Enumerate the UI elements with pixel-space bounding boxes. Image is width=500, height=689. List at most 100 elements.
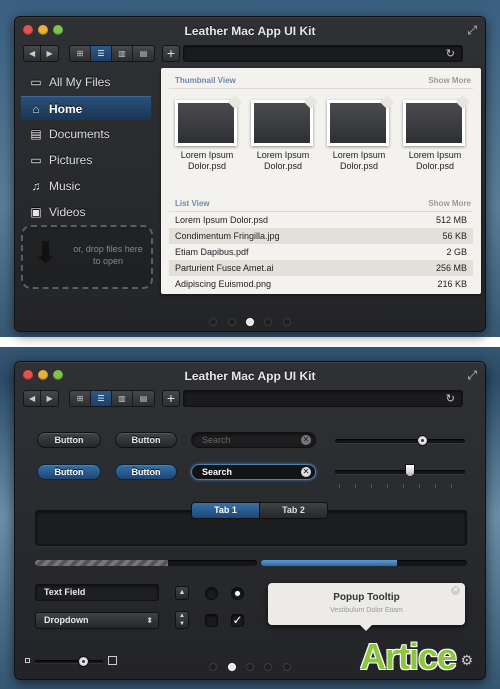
button-blue[interactable]: Button: [37, 464, 101, 480]
page-dot[interactable]: [264, 663, 273, 671]
page-dot-active[interactable]: [227, 663, 236, 671]
striped-progress-bar: [35, 560, 257, 566]
artice-watermark-logo: Artice: [356, 636, 496, 682]
page-dot[interactable]: [209, 318, 218, 326]
clear-search-icon[interactable]: ✕: [301, 467, 311, 477]
list-row[interactable]: Etiam Dapibus.pdf 2 GB: [169, 244, 473, 260]
sidebar-item-documents[interactable]: ▤ Documents: [21, 122, 151, 146]
fullscreen-icon[interactable]: ⤢: [467, 23, 477, 38]
page-dot[interactable]: [282, 663, 291, 671]
icon-view-icon[interactable]: ⊞: [70, 46, 91, 61]
list-view-icon[interactable]: ☰: [91, 46, 112, 61]
slider-pointer[interactable]: [405, 464, 415, 477]
list-row[interactable]: Condimentum Fringilla.jpg 56 KB: [169, 228, 473, 244]
stepper-control[interactable]: ▲ ▼: [175, 611, 189, 629]
thumbnail-image: [251, 100, 313, 146]
clear-search-icon[interactable]: ✕: [301, 435, 311, 445]
title-bar[interactable]: Leather Mac App UI Kit ⤢: [15, 362, 485, 390]
popup-tooltip: Popup Tooltip Vestibulum Dolor Etiam ✕: [268, 583, 465, 631]
search-placeholder: Search: [202, 435, 231, 445]
back-icon[interactable]: ◀: [24, 391, 42, 406]
sidebar-item-label: Home: [49, 102, 83, 116]
tab-bar: Tab 1 Tab 2: [191, 502, 328, 519]
thumbnail-image: [327, 100, 389, 146]
show-more-link[interactable]: Show More: [428, 76, 471, 85]
button-dark[interactable]: Button: [37, 432, 101, 448]
path-bar[interactable]: ↻: [183, 45, 463, 62]
checkbox-checked[interactable]: ✓: [231, 614, 244, 627]
title-bar[interactable]: Leather Mac App UI Kit ⤢: [15, 17, 485, 45]
tab-1[interactable]: Tab 1: [192, 503, 260, 518]
page-dot[interactable]: [227, 318, 236, 326]
file-drop-zone[interactable]: ⬇ or, drop files here to open: [21, 225, 153, 289]
radio-button-selected[interactable]: [231, 587, 244, 600]
slider-tick: [339, 484, 340, 488]
forward-icon[interactable]: ▶: [41, 391, 58, 406]
navigation-segmented-control: ◀ ▶: [23, 390, 59, 407]
radio-button[interactable]: [205, 587, 218, 600]
add-button[interactable]: +: [162, 45, 180, 62]
dropdown-select[interactable]: Dropdown ⬍: [35, 612, 159, 629]
column-view-icon[interactable]: ▥: [112, 391, 133, 406]
sidebar-item-label: Videos: [49, 205, 86, 219]
slider-knob[interactable]: [417, 435, 428, 446]
file-name: Parturient Fusce Amet.ai: [175, 263, 274, 273]
stepper-up-icon[interactable]: ▲: [176, 612, 188, 620]
list-view-icon[interactable]: ☰: [91, 391, 112, 406]
list-row[interactable]: Parturient Fusce Amet.ai 256 MB: [169, 260, 473, 276]
button-dark-round[interactable]: Button: [115, 432, 177, 448]
film-icon: ▣: [30, 205, 42, 219]
tick-slider[interactable]: [335, 464, 465, 488]
icon-view-icon[interactable]: ⊞: [70, 391, 91, 406]
stepper-down-icon[interactable]: ▼: [176, 620, 188, 628]
tab-2[interactable]: Tab 2: [260, 503, 327, 518]
refresh-icon[interactable]: ↻: [446, 47, 455, 60]
page-dot[interactable]: [282, 318, 291, 326]
add-button[interactable]: +: [162, 390, 180, 407]
sidebar-item-videos[interactable]: ▣ Videos: [21, 200, 151, 224]
thumbnail-item[interactable]: Lorem Ipsum Dolor.psd: [175, 100, 239, 172]
tooltip-close-icon[interactable]: ✕: [451, 586, 460, 595]
slider-tick: [371, 484, 372, 488]
search-input-focused[interactable]: Search ✕: [191, 464, 316, 480]
show-more-link[interactable]: Show More: [428, 199, 471, 208]
refresh-icon[interactable]: ↻: [446, 392, 455, 405]
page-dot[interactable]: [209, 663, 218, 671]
thumbnail-item[interactable]: Lorem Ipsum Dolor.psd: [403, 100, 467, 172]
sidebar-item-home[interactable]: ⌂ Home: [21, 96, 151, 120]
sidebar-item-pictures[interactable]: ▭ Pictures: [21, 148, 151, 172]
fullscreen-icon[interactable]: ⤢: [467, 368, 477, 383]
sidebar-item-all-my-files[interactable]: ▭ All My Files: [21, 70, 151, 94]
horizontal-slider[interactable]: [335, 435, 465, 446]
coverflow-view-icon[interactable]: ▤: [133, 391, 154, 406]
path-bar[interactable]: ↻: [183, 390, 463, 407]
thumbnail-caption: Lorem Ipsum Dolor.psd: [332, 150, 386, 171]
list-section-header: List View Show More: [175, 199, 471, 208]
thumbnail-item[interactable]: Lorem Ipsum Dolor.psd: [251, 100, 315, 172]
text-field[interactable]: Text Field: [35, 584, 159, 601]
thumbnail-item[interactable]: Lorem Ipsum Dolor.psd: [327, 100, 391, 172]
button-blue-round[interactable]: Button: [115, 464, 177, 480]
coverflow-view-icon[interactable]: ▤: [133, 46, 154, 61]
view-mode-segmented-control: ⊞ ☰ ▥ ▤: [69, 45, 155, 62]
checkbox[interactable]: [205, 614, 218, 627]
page-dot-active[interactable]: [246, 318, 254, 326]
progress-fill: [35, 560, 169, 566]
search-value: Search: [202, 467, 233, 477]
page-dot[interactable]: [264, 318, 273, 326]
watermark-text: Artice: [360, 636, 457, 677]
page-dot[interactable]: [246, 663, 254, 671]
forward-icon[interactable]: ▶: [41, 46, 58, 61]
up-arrow-button[interactable]: ▲: [175, 586, 189, 600]
list-row[interactable]: Adipiscing Euismod.png 216 KB: [169, 276, 473, 292]
download-arrow-icon: ⬇: [33, 237, 59, 270]
slider-tick: [435, 484, 436, 488]
list-row[interactable]: Lorem Ipsum Dolor.psd 512 MB: [169, 212, 473, 228]
sidebar-item-music[interactable]: ♫ Music: [21, 174, 151, 198]
search-input[interactable]: Search ✕: [191, 432, 316, 448]
thumbnail-caption: Lorem Ipsum Dolor.psd: [408, 150, 462, 171]
thumbnail-image: [403, 100, 465, 146]
column-view-icon[interactable]: ▥: [112, 46, 133, 61]
back-icon[interactable]: ◀: [24, 46, 42, 61]
toolbar: ◀ ▶ ⊞ ☰ ▥ ▤ + ↻: [15, 390, 485, 408]
